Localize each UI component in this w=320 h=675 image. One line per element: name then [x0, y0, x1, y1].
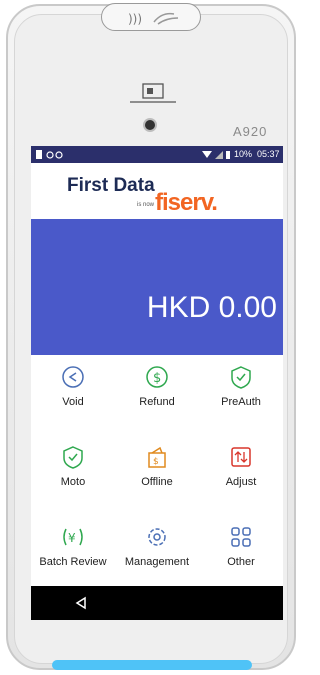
- menu-item-other[interactable]: Other: [199, 516, 283, 580]
- management-icon: [148, 528, 166, 546]
- brand-name: First Data: [67, 175, 155, 196]
- svg-text:))): ))): [128, 12, 142, 26]
- brand-tagline: is now: [137, 202, 155, 208]
- signal-icons: [202, 151, 230, 159]
- menu-item-label: Void: [62, 396, 84, 408]
- contactless-icon: ))): [128, 12, 179, 26]
- menu-item-label: Adjust: [225, 476, 257, 488]
- offline-icon: $: [148, 446, 166, 468]
- adjust-icon: [231, 447, 251, 467]
- batch-review-icon: ¥: [63, 528, 83, 546]
- menu-item-void[interactable]: Void: [31, 356, 115, 420]
- status-bar: 10% 05:37: [31, 146, 283, 163]
- menu-item-adjust[interactable]: Adjust: [199, 436, 283, 500]
- svg-text:$: $: [153, 457, 159, 467]
- refund-icon: $: [146, 366, 168, 388]
- moto-icon: [63, 446, 83, 469]
- menu-item-refund[interactable]: $ Refund: [115, 356, 199, 420]
- menu-item-label: Moto: [60, 476, 86, 488]
- model-label: A920: [233, 124, 268, 139]
- menu-item-label: Offline: [141, 476, 173, 488]
- menu-item-label: Other: [227, 556, 255, 568]
- menu-item-management[interactable]: Management: [115, 516, 199, 580]
- other-icon: [231, 527, 251, 547]
- nfc-sensor: ))): [101, 3, 201, 31]
- screen: 10% 05:37 First Data is now fiserv. HKD …: [31, 146, 283, 620]
- menu-item-preauth[interactable]: PreAuth: [199, 356, 283, 420]
- back-icon[interactable]: [74, 596, 88, 610]
- camera: [145, 120, 155, 130]
- menu-grid: Void $ Refund PreAuth Moto $ Offline Adj…: [31, 356, 283, 586]
- nav-bar: [31, 586, 283, 620]
- void-icon: [62, 366, 84, 388]
- amount-display: HKD 0.00: [146, 291, 277, 324]
- printer-slot: [52, 660, 252, 670]
- svg-text:¥: ¥: [68, 531, 76, 545]
- menu-item-moto[interactable]: Moto: [31, 436, 115, 500]
- battery-level: 10%: [234, 149, 253, 159]
- svg-text:$: $: [153, 371, 161, 386]
- menu-item-label: PreAuth: [221, 396, 261, 408]
- menu-item-offline[interactable]: $ Offline: [115, 436, 199, 500]
- notification-icons: [36, 150, 63, 159]
- preauth-icon: [231, 366, 251, 389]
- brand-new-name: fiserv.: [155, 189, 218, 216]
- clock: 05:37: [257, 149, 280, 159]
- card-slot-icon: [130, 83, 176, 103]
- menu-item-label: Refund: [139, 396, 175, 408]
- menu-item-label: Batch Review: [39, 556, 107, 568]
- menu-item-label: Management: [124, 556, 190, 568]
- brand-header: First Data is now fiserv.: [31, 163, 283, 219]
- menu-item-batch-review[interactable]: ¥ Batch Review: [31, 516, 115, 580]
- amount-panel: HKD 0.00: [31, 219, 283, 355]
